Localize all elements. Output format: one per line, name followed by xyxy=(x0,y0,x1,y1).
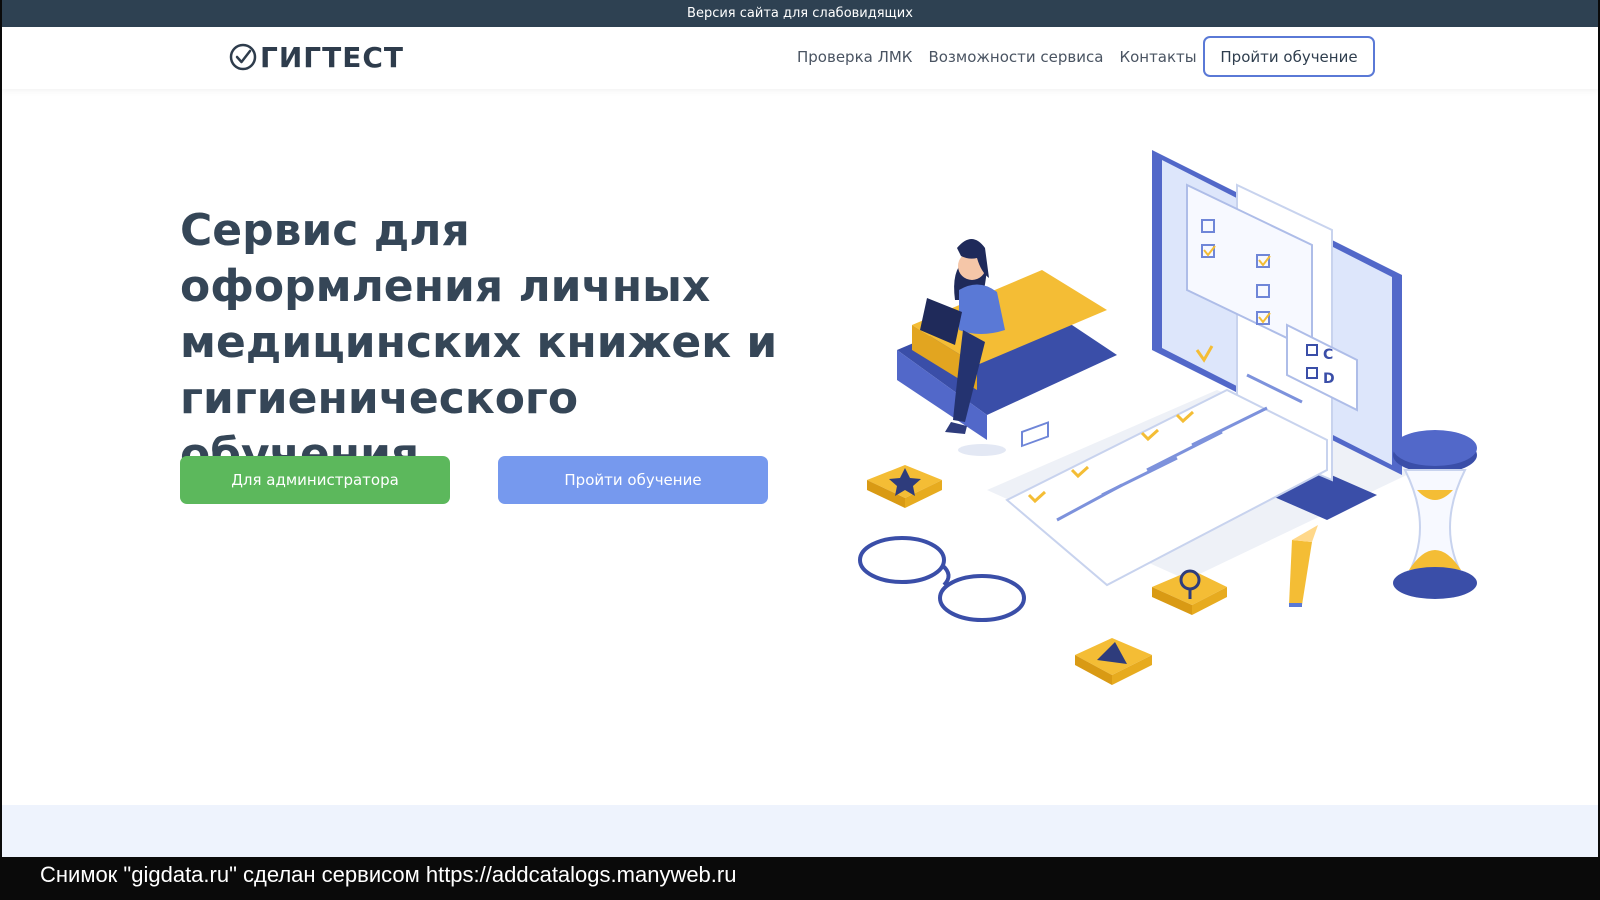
nav-item-contacts[interactable]: Контакты xyxy=(1119,48,1196,66)
magnifier-icon xyxy=(1152,569,1227,615)
play-icon xyxy=(1075,638,1152,685)
option-c-label: C xyxy=(1323,347,1333,363)
hero-title: Сервис для оформления личных медицинских… xyxy=(180,205,778,480)
logo-text: ГИГТЕСТ xyxy=(260,40,404,74)
site-logo[interactable]: ГИГТЕСТ xyxy=(228,40,404,74)
page-frame: Версия сайта для слабовидящих ГИГТЕСТ Пр… xyxy=(2,0,1598,857)
hero-illustration: C D xyxy=(858,150,1477,685)
option-d-label: D xyxy=(1323,371,1335,387)
books-stack xyxy=(897,270,1117,440)
accessibility-version-label: Версия сайта для слабовидящих xyxy=(687,6,913,21)
nav-item-lmk-check[interactable]: Проверка ЛМК xyxy=(797,48,912,66)
next-section-band xyxy=(2,805,1598,857)
pencil-icon xyxy=(1289,525,1318,607)
accessibility-version-link[interactable]: Версия сайта для слабовидящих xyxy=(2,0,1598,27)
nav-item-features[interactable]: Возможности сервиса xyxy=(928,48,1103,66)
check-circle-icon xyxy=(229,43,257,71)
site-header: ГИГТЕСТ Проверка ЛМК Возможности сервиса… xyxy=(2,27,1598,89)
main-nav: Проверка ЛМК Возможности сервиса Контакт… xyxy=(797,48,1197,66)
screenshot-caption: Снимок "gigdata.ru" сделан сервисом http… xyxy=(40,862,737,887)
admin-button[interactable]: Для администратора xyxy=(180,456,450,504)
glasses-icon xyxy=(858,536,1026,622)
star-icon xyxy=(867,465,942,508)
header-start-training-button[interactable]: Пройти обучение xyxy=(1203,36,1375,77)
start-training-button[interactable]: Пройти обучение xyxy=(498,456,768,504)
hourglass-icon xyxy=(1393,430,1477,599)
